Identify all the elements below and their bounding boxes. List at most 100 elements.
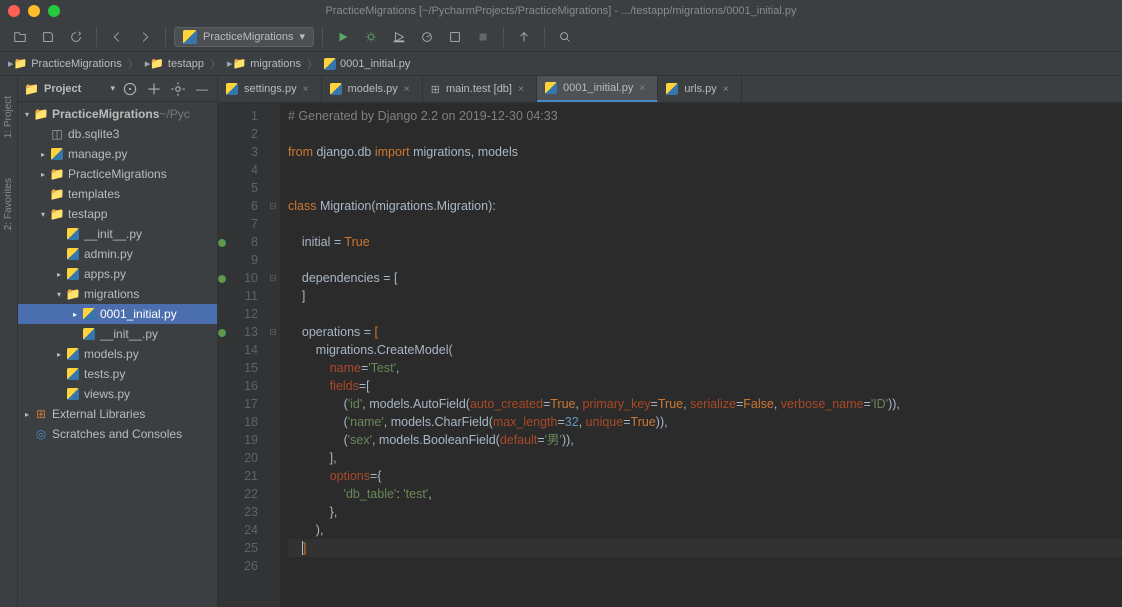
- debug-icon[interactable]: [359, 25, 383, 49]
- tree-item[interactable]: ◫db.sqlite3: [18, 124, 217, 144]
- open-icon[interactable]: [8, 25, 32, 49]
- code-editor[interactable]: 1234567891011121314151617181920212223242…: [218, 103, 1122, 607]
- code-line[interactable]: [288, 557, 1122, 575]
- search-icon[interactable]: [553, 25, 577, 49]
- fold-toggle[interactable]: [266, 125, 280, 143]
- locate-icon[interactable]: [121, 80, 139, 98]
- code-line[interactable]: [288, 179, 1122, 197]
- fold-toggle[interactable]: [266, 143, 280, 161]
- fold-toggle[interactable]: [266, 521, 280, 539]
- breadcrumb-item[interactable]: 0001_initial.py: [324, 58, 410, 70]
- editor-tab[interactable]: 0001_initial.py×: [537, 76, 658, 102]
- code-line[interactable]: name='Test',: [288, 359, 1122, 377]
- tree-arrow-icon[interactable]: ▸: [22, 409, 32, 419]
- tree-arrow-icon[interactable]: ▸: [54, 349, 64, 359]
- tree-item[interactable]: ▸models.py: [18, 344, 217, 364]
- fold-toggle[interactable]: [266, 449, 280, 467]
- collapse-icon[interactable]: [145, 80, 163, 98]
- fold-toggle[interactable]: [266, 377, 280, 395]
- tree-item[interactable]: ▾📁PracticeMigrations ~/Pyc: [18, 104, 217, 124]
- fold-toggle[interactable]: [266, 107, 280, 125]
- tab-close-icon[interactable]: ×: [404, 84, 414, 94]
- code-line[interactable]: from django.db import migrations, models: [288, 143, 1122, 161]
- editor-tab[interactable]: urls.py×: [658, 76, 741, 102]
- fold-toggle[interactable]: [266, 233, 280, 251]
- tree-arrow-icon[interactable]: [22, 429, 32, 439]
- fold-toggle[interactable]: ⊟: [266, 197, 280, 215]
- save-icon[interactable]: [36, 25, 60, 49]
- code-line[interactable]: operations = [: [288, 323, 1122, 341]
- tree-arrow-icon[interactable]: ▾: [54, 289, 64, 299]
- fold-toggle[interactable]: [266, 503, 280, 521]
- fold-toggle[interactable]: [266, 215, 280, 233]
- fold-toggle[interactable]: [266, 395, 280, 413]
- tree-item[interactable]: ▾📁testapp: [18, 204, 217, 224]
- editor-tab[interactable]: models.py×: [322, 76, 423, 102]
- fold-toggle[interactable]: [266, 287, 280, 305]
- tree-arrow-icon[interactable]: [70, 329, 80, 339]
- tree-item[interactable]: __init__.py: [18, 224, 217, 244]
- code-line[interactable]: migrations.CreateModel(: [288, 341, 1122, 359]
- fold-toggle[interactable]: [266, 431, 280, 449]
- fold-toggle[interactable]: [266, 179, 280, 197]
- forward-icon[interactable]: [133, 25, 157, 49]
- tree-arrow-icon[interactable]: [54, 369, 64, 379]
- tree-item[interactable]: __init__.py: [18, 324, 217, 344]
- fold-toggle[interactable]: ⊟: [266, 323, 280, 341]
- breadcrumb-item[interactable]: ▸📁testapp: [145, 57, 204, 70]
- fold-toggle[interactable]: [266, 359, 280, 377]
- fold-toggle[interactable]: [266, 485, 280, 503]
- vcs-icon[interactable]: [512, 25, 536, 49]
- run-config-selector[interactable]: PracticeMigrations ▾: [174, 27, 314, 47]
- fold-toggle[interactable]: [266, 341, 280, 359]
- tree-item[interactable]: ◎Scratches and Consoles: [18, 424, 217, 444]
- attach-icon[interactable]: [443, 25, 467, 49]
- tree-arrow-icon[interactable]: ▾: [38, 209, 48, 219]
- tree-arrow-icon[interactable]: ▸: [38, 149, 48, 159]
- editor-tab[interactable]: ⊞main.test [db]×: [423, 76, 537, 102]
- editor-tab[interactable]: settings.py×: [218, 76, 322, 102]
- profiler-icon[interactable]: [415, 25, 439, 49]
- tree-item[interactable]: ▸⊞External Libraries: [18, 404, 217, 424]
- code-line[interactable]: ('sex', models.BooleanField(default='男')…: [288, 431, 1122, 449]
- tree-arrow-icon[interactable]: ▾: [22, 109, 32, 119]
- tree-item[interactable]: ▸0001_initial.py: [18, 304, 217, 324]
- close-button[interactable]: [8, 5, 20, 17]
- tab-close-icon[interactable]: ×: [303, 84, 313, 94]
- tree-item[interactable]: ▸manage.py: [18, 144, 217, 164]
- code-line[interactable]: ('name', models.CharField(max_length=32,…: [288, 413, 1122, 431]
- tab-close-icon[interactable]: ×: [723, 84, 733, 94]
- code-line[interactable]: options={: [288, 467, 1122, 485]
- tree-arrow-icon[interactable]: ▸: [54, 269, 64, 279]
- run-icon[interactable]: [331, 25, 355, 49]
- code-line[interactable]: [288, 251, 1122, 269]
- coverage-icon[interactable]: [387, 25, 411, 49]
- code-line[interactable]: ]: [288, 539, 1122, 557]
- project-tree[interactable]: ▾📁PracticeMigrations ~/Pyc◫db.sqlite3▸ma…: [18, 102, 217, 607]
- code-line[interactable]: dependencies = [: [288, 269, 1122, 287]
- tree-item[interactable]: ▸apps.py: [18, 264, 217, 284]
- fold-toggle[interactable]: [266, 413, 280, 431]
- code-line[interactable]: class Migration(migrations.Migration):: [288, 197, 1122, 215]
- code-line[interactable]: initial = True: [288, 233, 1122, 251]
- tree-item[interactable]: ▸📁PracticeMigrations: [18, 164, 217, 184]
- tree-arrow-icon[interactable]: [54, 229, 64, 239]
- tab-close-icon[interactable]: ×: [639, 83, 649, 93]
- tree-item[interactable]: tests.py: [18, 364, 217, 384]
- fold-column[interactable]: ⊟⊟⊟: [266, 103, 280, 607]
- code-line[interactable]: },: [288, 503, 1122, 521]
- tree-arrow-icon[interactable]: ▸: [70, 309, 80, 319]
- code-line[interactable]: [288, 305, 1122, 323]
- fold-toggle[interactable]: [266, 557, 280, 575]
- fold-toggle[interactable]: [266, 467, 280, 485]
- tree-item[interactable]: views.py: [18, 384, 217, 404]
- chevron-down-icon[interactable]: ▾: [110, 83, 115, 94]
- code-line[interactable]: [288, 125, 1122, 143]
- tree-arrow-icon[interactable]: [54, 389, 64, 399]
- gear-icon[interactable]: [169, 80, 187, 98]
- tree-arrow-icon[interactable]: [38, 189, 48, 199]
- tree-arrow-icon[interactable]: [54, 249, 64, 259]
- rail-tab[interactable]: 2: Favorites: [3, 178, 14, 230]
- hide-icon[interactable]: —: [193, 80, 211, 98]
- breadcrumb-item[interactable]: ▸📁migrations: [227, 57, 301, 70]
